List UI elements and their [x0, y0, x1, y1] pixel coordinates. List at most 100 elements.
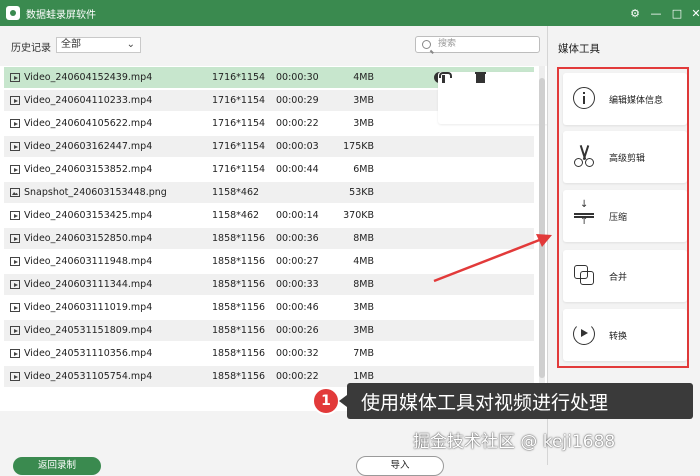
- file-row[interactable]: Video_240603153425.mp4 1158*462 00:00:14 37…: [4, 205, 534, 226]
- video-file-icon: [10, 142, 20, 151]
- file-size: 6MB: [353, 164, 374, 175]
- file-name: Video_240603162447.mp4: [24, 141, 153, 152]
- file-row[interactable]: Video_240603111344.mp4 1858*1156 00:00:33 8…: [4, 274, 534, 295]
- file-duration: 00:00:26: [276, 325, 319, 336]
- file-size: 3MB: [353, 95, 374, 106]
- search-placeholder: 搜索: [438, 39, 457, 49]
- file-resolution: 1858*1156: [212, 302, 266, 313]
- tools-highlight-box: 编辑媒体信息 高级剪辑 压缩 合并 转换: [557, 67, 689, 368]
- filter-value: 全部: [61, 39, 81, 50]
- tool-label: 转换: [609, 332, 628, 342]
- file-duration: 00:00:03: [276, 141, 319, 152]
- annotation-callout: 使用媒体工具对视频进行处理: [339, 383, 693, 419]
- video-file-icon: [10, 234, 20, 243]
- trash-icon[interactable]: [475, 72, 486, 83]
- close-icon[interactable]: ✕: [684, 0, 700, 26]
- file-resolution: 1858*1156: [212, 279, 266, 290]
- tool-edit-media-info[interactable]: 编辑媒体信息: [563, 73, 687, 125]
- import-button[interactable]: 导入: [356, 456, 444, 476]
- step-number-badge: 1: [312, 387, 340, 415]
- video-file-icon: [10, 257, 20, 266]
- file-row[interactable]: Video_240603111948.mp4 1858*1156 00:00:27 4…: [4, 251, 534, 272]
- media-tools-title: 媒体工具: [558, 43, 600, 55]
- file-row[interactable]: Video_240531151809.mp4 1858*1156 00:00:26 3…: [4, 320, 534, 341]
- compress-icon: [573, 199, 595, 227]
- file-resolution: 1158*462: [212, 210, 260, 221]
- file-row[interactable]: Video_240603111019.mp4 1858*1156 00:00:46 3…: [4, 297, 534, 318]
- file-resolution: 1716*1154: [212, 118, 266, 129]
- tool-convert[interactable]: 转换: [563, 309, 687, 361]
- file-size: 8MB: [353, 279, 374, 290]
- file-resolution: 1716*1154: [212, 164, 266, 175]
- file-duration: 00:00:22: [276, 118, 319, 129]
- file-name: Snapshot_240603153448.png: [24, 187, 167, 198]
- video-file-icon: [10, 349, 20, 358]
- file-duration: 00:00:46: [276, 302, 319, 313]
- file-size: 8MB: [353, 233, 374, 244]
- file-name: Video_240531105754.mp4: [24, 371, 153, 382]
- file-size: 3MB: [353, 325, 374, 336]
- file-row[interactable]: Video_240531110356.mp4 1858*1156 00:00:32 7…: [4, 343, 534, 364]
- window-title: 数据蛙录屏软件: [26, 9, 96, 21]
- scrollbar-thumb[interactable]: [539, 78, 545, 378]
- file-size: 4MB: [353, 256, 374, 267]
- tool-label: 高级剪辑: [609, 154, 646, 164]
- file-row[interactable]: Snapshot_240603153448.png 1158*462 53KB: [4, 182, 534, 203]
- chevron-down-icon: ⌄: [126, 39, 135, 50]
- video-file-icon: [10, 280, 20, 289]
- tool-label: 编辑媒体信息: [609, 96, 664, 106]
- file-resolution: 1158*462: [212, 187, 260, 198]
- file-list: Video_240531105754.mp4 1858*1156 00:00:22 1…: [0, 66, 547, 411]
- video-file-icon: [10, 211, 20, 220]
- file-duration: 00:00:14: [276, 210, 319, 221]
- file-resolution: 1716*1154: [212, 72, 266, 83]
- tool-label: 合并: [609, 273, 628, 283]
- back-to-record-button[interactable]: 返回录制: [13, 457, 101, 475]
- file-size: 7MB: [353, 348, 374, 359]
- file-name: Video_240603152850.mp4: [24, 233, 153, 244]
- convert-icon: [573, 323, 595, 345]
- tool-merge[interactable]: 合并: [563, 250, 687, 302]
- scissors-icon: [573, 145, 595, 167]
- video-file-icon: [10, 303, 20, 312]
- tool-compress[interactable]: 压缩: [563, 190, 687, 242]
- file-duration: 00:00:22: [276, 371, 319, 382]
- file-duration: 00:00:27: [276, 256, 319, 267]
- scrollbar[interactable]: [539, 66, 545, 411]
- search-input[interactable]: 搜索: [415, 36, 540, 53]
- file-row[interactable]: Video_240603162447.mp4 1716*1154 00:00:03 1…: [4, 136, 534, 157]
- video-file-icon: [10, 119, 20, 128]
- info-icon: [573, 87, 595, 109]
- video-file-icon: [10, 73, 20, 82]
- file-resolution: 1858*1156: [212, 371, 266, 382]
- file-name: Video_240604152439.mp4: [24, 72, 153, 83]
- file-name: Video_240603153852.mp4: [24, 164, 153, 175]
- file-duration: 00:00:30: [276, 72, 319, 83]
- video-file-icon: [10, 96, 20, 105]
- row-actions: [434, 72, 547, 124]
- image-file-icon: [10, 188, 20, 197]
- video-file-icon: [10, 165, 20, 174]
- file-size: 3MB: [353, 302, 374, 313]
- merge-icon: [573, 264, 595, 286]
- tool-advanced-edit[interactable]: 高级剪辑: [563, 131, 687, 183]
- file-row[interactable]: Video_240603152850.mp4 1858*1156 00:00:36 8…: [4, 228, 534, 249]
- file-size: 175KB: [343, 141, 374, 152]
- file-size: 3MB: [353, 118, 374, 129]
- file-resolution: 1858*1156: [212, 325, 266, 336]
- video-file-icon: [10, 372, 20, 381]
- title-bar: 数据蛙录屏软件 ⚙ — □ ✕: [0, 0, 700, 26]
- annotation-text: 使用媒体工具对视频进行处理: [361, 392, 609, 414]
- file-size: 53KB: [349, 187, 374, 198]
- filter-select[interactable]: 全部 ⌄: [56, 37, 141, 53]
- file-name: Video_240604110233.mp4: [24, 95, 153, 106]
- watermark: 掘金技术社区 @ keji1688: [413, 432, 616, 452]
- file-name: Video_240603111344.mp4: [24, 279, 153, 290]
- file-row[interactable]: Video_240603153852.mp4 1716*1154 00:00:44 6…: [4, 159, 534, 180]
- wrench-icon[interactable]: [438, 72, 547, 124]
- file-size: 1MB: [353, 371, 374, 382]
- search-icon: [422, 40, 431, 49]
- video-file-icon: [10, 326, 20, 335]
- file-size: 4MB: [353, 72, 374, 83]
- file-row[interactable]: Video_240604152439.mp4 1716*1154 00:00:30 4…: [4, 67, 547, 124]
